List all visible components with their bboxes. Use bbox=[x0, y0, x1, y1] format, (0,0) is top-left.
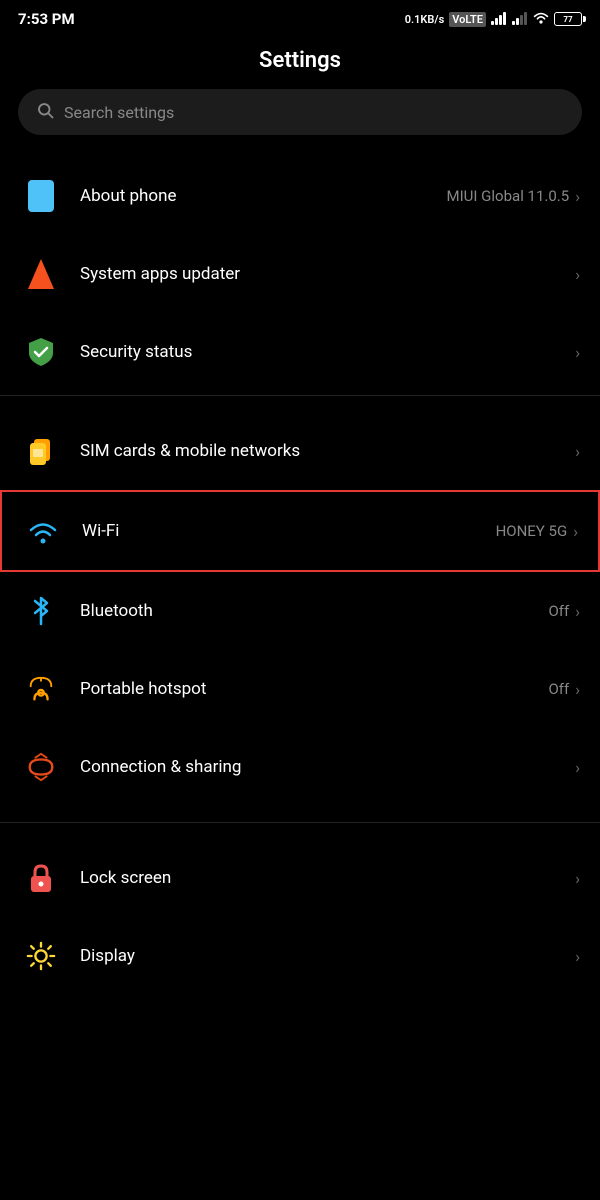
settings-item-lock-screen[interactable]: Lock screen › bbox=[0, 839, 600, 917]
settings-item-sim-cards[interactable]: SIM cards & mobile networks › bbox=[0, 412, 600, 490]
display-icon bbox=[20, 935, 62, 977]
connection-icon bbox=[20, 746, 62, 788]
hotspot-label: Portable hotspot bbox=[80, 679, 206, 699]
about-phone-value: MIUI Global 11.0.5 bbox=[446, 187, 569, 205]
wifi-value: HONEY 5G bbox=[496, 522, 568, 540]
system-apps-chevron: › bbox=[575, 265, 580, 284]
about-phone-label: About phone bbox=[80, 186, 177, 206]
bluetooth-value: Off bbox=[548, 602, 569, 620]
hotspot-value: Off bbox=[548, 680, 569, 698]
sim-icon bbox=[20, 430, 62, 472]
about-phone-chevron: › bbox=[575, 187, 580, 206]
page-title: Settings bbox=[0, 34, 600, 89]
display-label: Display bbox=[80, 946, 135, 966]
network-type: VoLTE bbox=[449, 12, 486, 27]
lock-icon bbox=[20, 857, 62, 899]
phone-icon bbox=[20, 175, 62, 217]
hotspot-icon bbox=[20, 668, 62, 710]
bluetooth-chevron: › bbox=[575, 602, 580, 621]
sim-cards-chevron: › bbox=[575, 442, 580, 461]
security-status-chevron: › bbox=[575, 343, 580, 362]
wifi-icon bbox=[22, 510, 64, 552]
settings-item-bluetooth[interactable]: Bluetooth Off › bbox=[0, 572, 600, 650]
settings-item-system-apps[interactable]: System apps updater › bbox=[0, 235, 600, 313]
security-status-label: Security status bbox=[80, 342, 192, 362]
settings-item-display[interactable]: Display › bbox=[0, 917, 600, 995]
lock-screen-label: Lock screen bbox=[80, 868, 171, 888]
divider-2 bbox=[0, 822, 600, 823]
status-bar: 7:53 PM 0.1KB/s VoLTE bbox=[0, 0, 600, 34]
settings-item-about-phone[interactable]: About phone MIUI Global 11.0.5 › bbox=[0, 157, 600, 235]
bluetooth-icon bbox=[20, 590, 62, 632]
connection-sharing-label: Connection & sharing bbox=[80, 757, 241, 777]
battery-level: 77 bbox=[563, 15, 572, 24]
search-bar[interactable]: Search settings bbox=[18, 89, 582, 135]
signal-icon-1 bbox=[491, 11, 507, 28]
time: 7:53 PM bbox=[18, 10, 75, 28]
status-right: 0.1KB/s VoLTE bbox=[405, 11, 582, 28]
divider-1 bbox=[0, 395, 600, 396]
lock-screen-chevron: › bbox=[575, 869, 580, 888]
hotspot-chevron: › bbox=[575, 680, 580, 699]
settings-item-wifi[interactable]: Wi-Fi HONEY 5G › bbox=[0, 490, 600, 572]
search-icon bbox=[36, 101, 54, 123]
signal-icon-2 bbox=[512, 11, 528, 28]
arrow-up-icon bbox=[20, 253, 62, 295]
system-apps-label: System apps updater bbox=[80, 264, 240, 284]
section-top: About phone MIUI Global 11.0.5 › System … bbox=[0, 157, 600, 391]
wifi-chevron: › bbox=[573, 522, 578, 541]
connection-sharing-chevron: › bbox=[575, 758, 580, 777]
shield-icon bbox=[20, 331, 62, 373]
settings-item-hotspot[interactable]: Portable hotspot Off › bbox=[0, 650, 600, 728]
settings-item-connection-sharing[interactable]: Connection & sharing › bbox=[0, 728, 600, 806]
sim-cards-label: SIM cards & mobile networks bbox=[80, 441, 300, 461]
settings-item-security-status[interactable]: Security status › bbox=[0, 313, 600, 391]
section-device: Lock screen › Display › bbox=[0, 839, 600, 995]
battery-icon: 77 bbox=[554, 12, 582, 26]
wifi-label: Wi-Fi bbox=[82, 521, 119, 541]
network-speed: 0.1KB/s bbox=[405, 13, 445, 26]
display-chevron: › bbox=[575, 947, 580, 966]
bluetooth-label: Bluetooth bbox=[80, 601, 153, 621]
section-network: SIM cards & mobile networks › Wi-Fi HONE… bbox=[0, 412, 600, 806]
wifi-status-icon bbox=[533, 11, 549, 28]
search-placeholder: Search settings bbox=[64, 103, 174, 122]
